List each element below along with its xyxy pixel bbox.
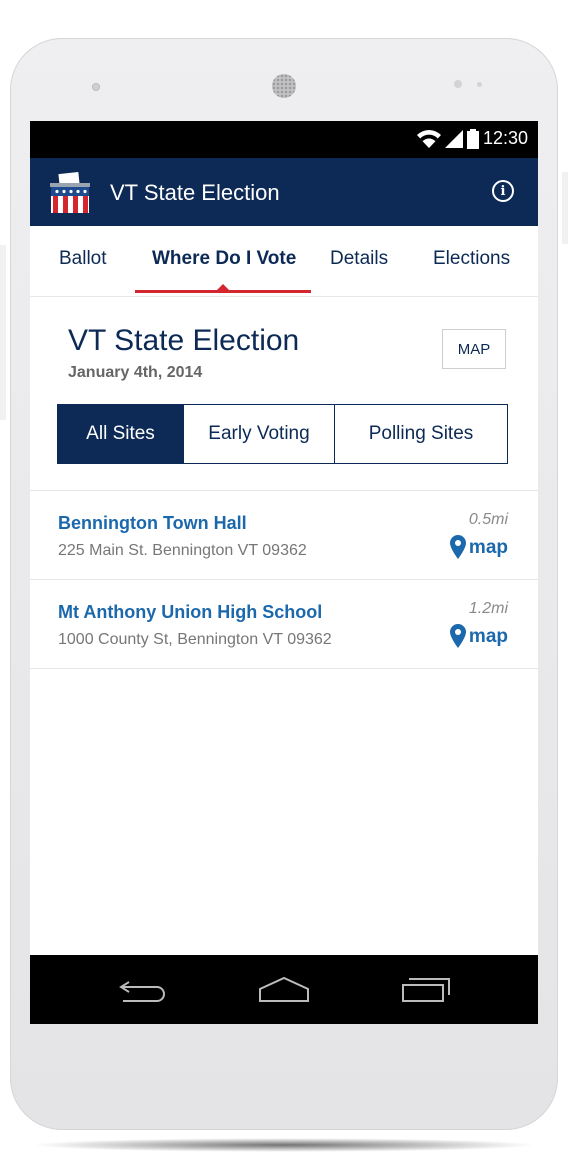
- site-map-link[interactable]: map: [449, 535, 508, 559]
- side-panel-right: [562, 172, 568, 244]
- site-distance: 1.2mi: [468, 600, 508, 617]
- tab-details[interactable]: Details: [330, 248, 388, 270]
- site-distance: 0.5mi: [468, 511, 508, 528]
- recents-icon[interactable]: [401, 975, 453, 1005]
- site-list: Bennington Town Hall 225 Main St. Bennin…: [30, 490, 538, 669]
- site-name[interactable]: Bennington Town Hall: [58, 513, 247, 534]
- phone-shadow: [30, 1138, 538, 1152]
- back-icon[interactable]: [119, 975, 169, 1005]
- app-title: VT State Election: [110, 180, 280, 205]
- tab-elections[interactable]: Elections: [433, 248, 510, 270]
- signal-icon: [444, 129, 463, 148]
- map-pin-icon: [449, 535, 466, 559]
- tab-bar: Ballot Where Do I Vote Details Elections: [30, 226, 538, 297]
- ballot-box-logo: [50, 172, 90, 213]
- filter-polling-sites[interactable]: Polling Sites: [335, 405, 507, 463]
- proximity-sensor: [454, 80, 462, 88]
- status-bar: 12:30: [30, 121, 538, 158]
- filter-early-voting[interactable]: Early Voting: [184, 405, 335, 463]
- home-icon[interactable]: [258, 975, 310, 1005]
- wifi-icon: [416, 129, 441, 148]
- list-item[interactable]: Mt Anthony Union High School 1000 County…: [30, 580, 538, 669]
- election-title: VT State Election: [68, 324, 300, 357]
- tab-ballot[interactable]: Ballot: [59, 248, 107, 270]
- tab-where-do-i-vote[interactable]: Where Do I Vote: [152, 248, 296, 270]
- map-pin-icon: [449, 624, 466, 648]
- site-filter: All Sites Early Voting Polling Sites: [57, 404, 508, 464]
- site-address: 225 Main St. Bennington VT 09362: [58, 542, 307, 559]
- earpiece-speaker: [272, 74, 296, 98]
- election-date: January 4th, 2014: [68, 364, 203, 381]
- info-icon[interactable]: i: [492, 180, 514, 202]
- site-map-link[interactable]: map: [449, 624, 508, 648]
- status-icons: 12:30: [416, 128, 528, 149]
- system-nav-bar: [30, 955, 538, 1024]
- map-button[interactable]: MAP: [442, 329, 506, 369]
- map-link-label: map: [468, 626, 508, 647]
- light-sensor: [477, 82, 482, 87]
- filter-all-sites[interactable]: All Sites: [58, 405, 184, 463]
- phone-screen: 12:30 VT State Election i Ballot Where D…: [30, 121, 538, 1024]
- battery-icon: [466, 128, 479, 149]
- site-address: 1000 County St, Bennington VT 09362: [58, 631, 332, 648]
- side-panel-left: [0, 245, 6, 420]
- status-time: 12:30: [482, 128, 528, 148]
- map-link-label: map: [468, 537, 508, 558]
- app-bar: VT State Election i: [30, 158, 538, 226]
- site-name[interactable]: Mt Anthony Union High School: [58, 602, 322, 623]
- front-camera: [92, 83, 100, 91]
- list-item[interactable]: Bennington Town Hall 225 Main St. Bennin…: [30, 491, 538, 580]
- active-tab-indicator: [135, 290, 311, 293]
